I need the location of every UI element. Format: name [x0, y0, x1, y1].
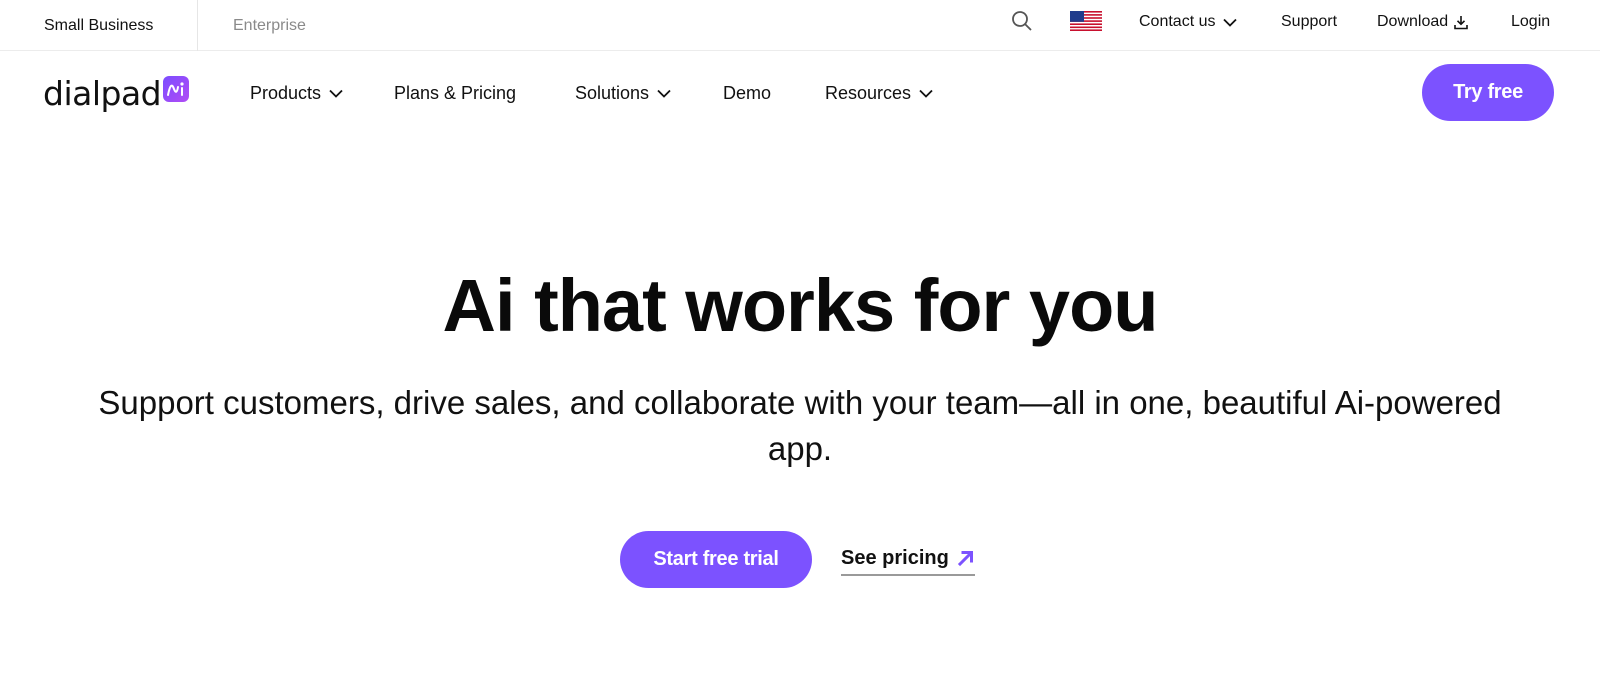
hero-title: Ai that works for you [442, 264, 1159, 347]
logo-wordmark: dialpad [43, 73, 162, 113]
nav-products[interactable]: Products [250, 78, 343, 108]
chevron-down-icon [329, 89, 343, 98]
ai-badge-icon [163, 76, 190, 102]
chevron-down-icon [657, 89, 671, 98]
see-pricing-label: See pricing [841, 546, 949, 569]
try-free-button[interactable]: Try free [1422, 64, 1554, 121]
nav-solutions-label: Solutions [575, 82, 650, 103]
download-icon [1454, 15, 1468, 30]
search-icon[interactable] [1010, 8, 1034, 34]
nav-demo[interactable]: Demo [723, 78, 771, 108]
segment-small-business[interactable]: Small Business [44, 0, 153, 51]
see-pricing-link[interactable]: See pricing [841, 544, 975, 576]
us-flag-icon[interactable] [1070, 11, 1102, 31]
nav-plans-pricing[interactable]: Plans & Pricing [394, 78, 516, 108]
download-link[interactable]: Download [1377, 0, 1468, 44]
start-free-trial-button[interactable]: Start free trial [620, 531, 812, 588]
contact-us-label: Contact us [1139, 13, 1216, 30]
arrow-up-right-icon [957, 549, 975, 567]
nav-resources[interactable]: Resources [825, 78, 933, 108]
support-link[interactable]: Support [1281, 0, 1337, 44]
chevron-down-icon [919, 89, 933, 98]
dialpad-logo[interactable]: dialpad [43, 73, 190, 113]
chevron-down-icon [1223, 18, 1238, 27]
login-link[interactable]: Login [1511, 0, 1550, 44]
main-nav: dialpad Products Plans & Pricing Solutio… [0, 51, 1600, 135]
nav-resources-label: Resources [825, 82, 912, 103]
download-label: Download [1377, 13, 1449, 30]
segment-enterprise[interactable]: Enterprise [233, 0, 306, 51]
contact-us-menu[interactable]: Contact us [1139, 0, 1238, 44]
utility-bar: Small Business Enterprise Contact us Sup… [0, 0, 1600, 51]
hero-subtitle: Support customers, drive sales, and coll… [98, 384, 1502, 467]
segment-divider [197, 0, 198, 51]
nav-solutions[interactable]: Solutions [575, 78, 671, 108]
nav-products-label: Products [250, 82, 322, 103]
